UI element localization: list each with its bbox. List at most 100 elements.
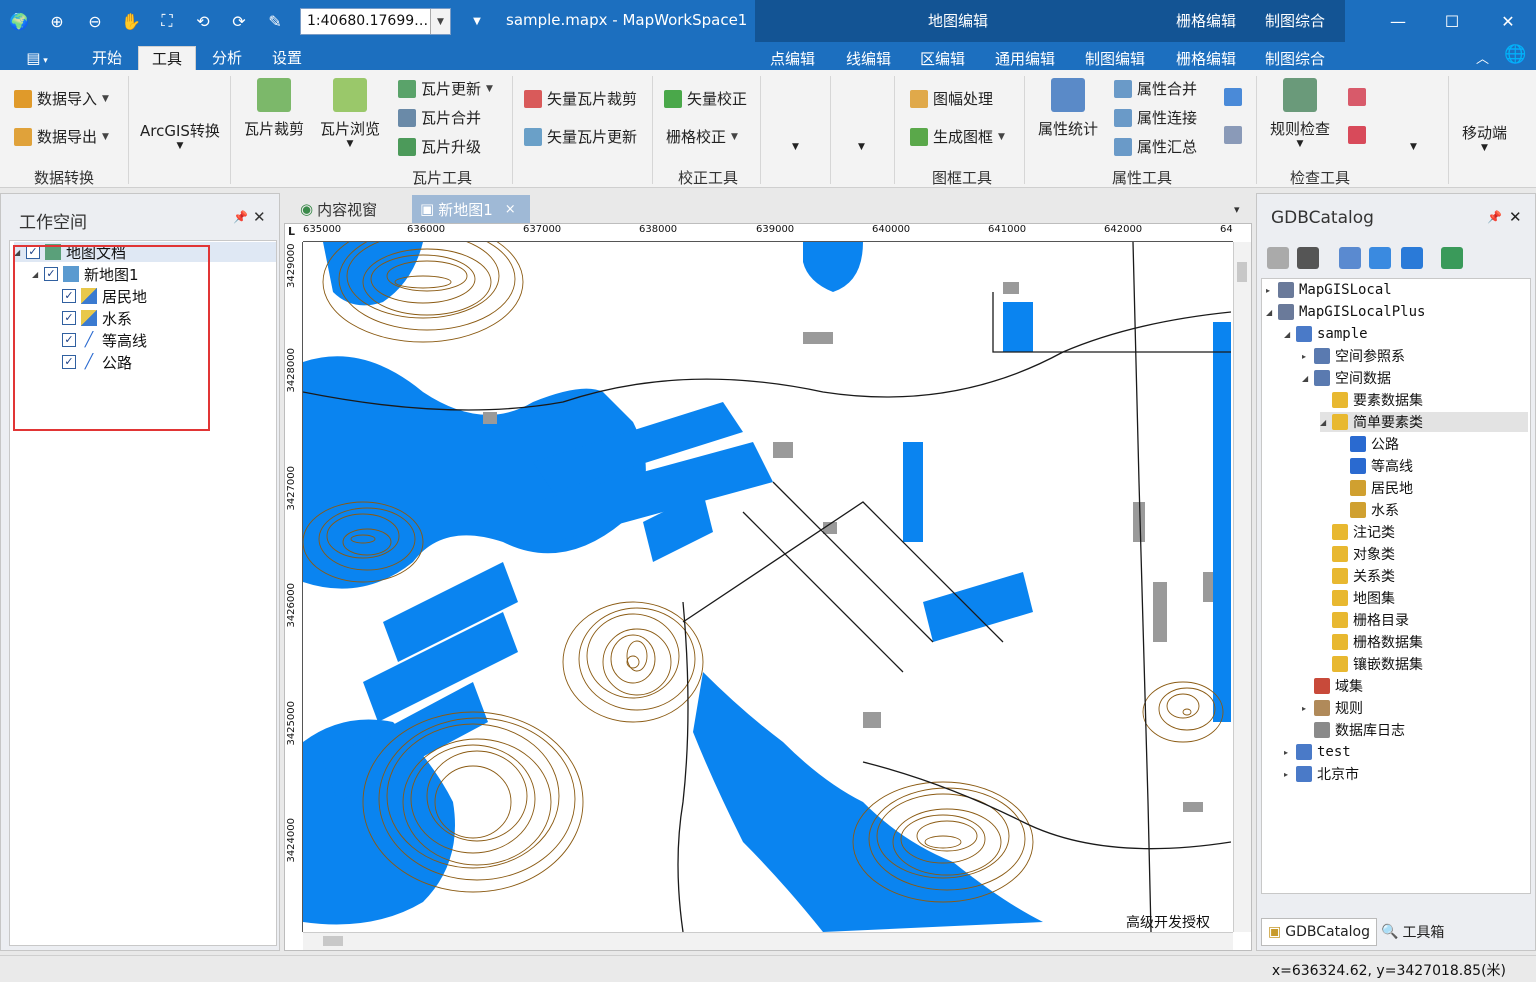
gdb-tree-item[interactable]: 等高线 bbox=[1338, 456, 1413, 476]
gdb-tree-item[interactable]: 居民地 bbox=[1338, 478, 1413, 498]
globe-icon[interactable] bbox=[1441, 247, 1463, 269]
gdb-tree-item[interactable]: 水系 bbox=[1338, 500, 1399, 520]
tab-start[interactable]: 开始 bbox=[80, 46, 134, 70]
tab-raster-edit[interactable]: 栅格编辑 bbox=[1176, 48, 1236, 69]
mobile-button[interactable]: 移动端 ▼ bbox=[1462, 122, 1507, 153]
collapsed-group-dropdown-2[interactable]: ▼ bbox=[858, 142, 865, 152]
vector-tile-update-button[interactable]: 矢量瓦片更新 bbox=[524, 126, 637, 147]
tab-content-view[interactable]: ◉ 内容视窗 bbox=[292, 195, 385, 223]
vector-tile-crop-button[interactable]: 矢量瓦片裁剪 bbox=[524, 88, 637, 109]
help-globe-icon[interactable]: 🌐 bbox=[1504, 44, 1526, 65]
gdb-tree-item[interactable]: 对象类 bbox=[1320, 544, 1395, 564]
pan-hand-icon[interactable]: ✋ bbox=[118, 8, 144, 34]
pin-icon[interactable]: 📌 bbox=[233, 210, 248, 224]
app-globe-icon[interactable]: 🌍 bbox=[6, 8, 32, 34]
tab-generalization[interactable]: 制图综合 bbox=[1265, 48, 1325, 69]
generate-frame-button[interactable]: 生成图框 ▼ bbox=[910, 126, 1005, 147]
horizontal-scrollbar[interactable] bbox=[303, 932, 1233, 950]
gdb-tree-item[interactable]: 公路 bbox=[1338, 434, 1399, 454]
close-window-button[interactable]: ✕ bbox=[1488, 8, 1528, 34]
maximize-button[interactable]: ☐ bbox=[1432, 8, 1472, 34]
tab-tools[interactable]: 工具 bbox=[138, 46, 196, 70]
zoom-out-icon[interactable]: ⊖ bbox=[82, 8, 108, 34]
collapse-ribbon-icon[interactable]: ︿ bbox=[1476, 48, 1489, 67]
expand-icon[interactable]: ▸ bbox=[1302, 352, 1314, 361]
expand-icon[interactable]: ▸ bbox=[1284, 748, 1296, 757]
expand-icon[interactable]: ◢ bbox=[1284, 330, 1296, 339]
gdb-tree-item[interactable]: 要素数据集 bbox=[1320, 390, 1423, 410]
tile-upgrade-button[interactable]: 瓦片升级 bbox=[398, 136, 481, 157]
properties-icon[interactable] bbox=[1339, 247, 1361, 269]
attr-extra-button-1[interactable] bbox=[1224, 88, 1247, 106]
tab-general-edit[interactable]: 通用编辑 bbox=[995, 48, 1055, 69]
tab-new-map[interactable]: ▣ 新地图1 × bbox=[412, 195, 530, 223]
gdb-tree-item[interactable]: 栅格目录 bbox=[1320, 610, 1409, 630]
tab-cartographic-edit[interactable]: 制图编辑 bbox=[1085, 48, 1145, 69]
sheet-process-button[interactable]: 图幅处理 bbox=[910, 88, 993, 109]
gdb-tree-item[interactable]: 数据库日志 bbox=[1302, 720, 1405, 740]
tile-browse-button[interactable]: 瓦片浏览 ▼ bbox=[320, 78, 380, 149]
map-canvas[interactable] bbox=[303, 242, 1231, 932]
collapsed-group-dropdown-3[interactable]: ▼ bbox=[1410, 142, 1417, 152]
tab-overflow-icon[interactable]: ▾ bbox=[1226, 195, 1248, 223]
raster-correct-button[interactable]: 栅格校正 ▼ bbox=[666, 126, 738, 147]
minimize-button[interactable]: — bbox=[1378, 8, 1418, 34]
gdb-tree-item[interactable]: 镶嵌数据集 bbox=[1320, 654, 1423, 674]
connect-icon[interactable] bbox=[1297, 247, 1319, 269]
tab-gdbcatalog[interactable]: ▣ GDBCatalog bbox=[1261, 918, 1377, 946]
gdb-tree-item[interactable]: ▸ 规则 bbox=[1302, 698, 1363, 718]
refresh-icon[interactable] bbox=[1369, 247, 1391, 269]
full-extent-icon[interactable]: ⛶ bbox=[154, 8, 180, 34]
tab-settings[interactable]: 设置 bbox=[262, 46, 312, 70]
expand-icon[interactable]: ◢ bbox=[1302, 374, 1314, 383]
tab-analysis[interactable]: 分析 bbox=[202, 46, 252, 70]
gdb-tree-item[interactable]: ▸ MapGISLocal bbox=[1266, 280, 1392, 300]
gdb-tree-item[interactable]: ◢ MapGISLocalPlus bbox=[1266, 302, 1425, 322]
tile-merge-button[interactable]: 瓦片合并 bbox=[398, 107, 481, 128]
tab-line-edit[interactable]: 线编辑 bbox=[846, 48, 891, 69]
expand-icon[interactable]: ◢ bbox=[1320, 418, 1332, 427]
pin-icon[interactable]: 📌 bbox=[1487, 210, 1502, 224]
close-icon[interactable]: ✕ bbox=[253, 208, 266, 226]
gdb-tree-item[interactable]: 栅格数据集 bbox=[1320, 632, 1423, 652]
tile-crop-button[interactable]: 瓦片裁剪 bbox=[244, 78, 304, 139]
magic-wand-icon[interactable]: ✎ bbox=[262, 8, 288, 34]
refresh-icon[interactable]: ⟲ bbox=[190, 8, 216, 34]
rule-check-button[interactable]: 规则检查 ▼ bbox=[1270, 78, 1330, 149]
expand-icon[interactable]: ▸ bbox=[1266, 286, 1278, 295]
zoom-in-icon[interactable]: ⊕ bbox=[44, 8, 70, 34]
gdb-tree-item[interactable]: 注记类 bbox=[1320, 522, 1395, 542]
server-icon[interactable] bbox=[1267, 247, 1289, 269]
gdb-tree-item[interactable]: ▸ 北京市 bbox=[1284, 764, 1359, 784]
expand-icon[interactable]: ▸ bbox=[1302, 704, 1314, 713]
gdb-tree-item[interactable]: ◢ sample bbox=[1284, 324, 1368, 344]
attr-merge-button[interactable]: 属性合并 bbox=[1114, 78, 1197, 99]
gdb-tree-item[interactable]: ◢ 简单要素类 bbox=[1320, 412, 1528, 432]
attr-extra-button-2[interactable] bbox=[1224, 126, 1247, 144]
arcgis-convert-button[interactable]: ArcGIS转换 ▼ bbox=[140, 120, 220, 151]
data-export-button[interactable]: 数据导出 ▼ bbox=[14, 126, 109, 147]
tab-region-edit[interactable]: 区编辑 bbox=[920, 48, 965, 69]
gdb-tree-item[interactable]: ▸ test bbox=[1284, 742, 1351, 762]
scale-combo[interactable]: 1:40680.17699… ▼ bbox=[300, 8, 451, 35]
close-icon[interactable]: ✕ bbox=[1509, 208, 1522, 226]
collapsed-group-dropdown-1[interactable]: ▼ bbox=[792, 142, 799, 152]
gdb-tree-item[interactable]: ◢ 空间数据 bbox=[1302, 368, 1391, 388]
vector-correct-button[interactable]: 矢量校正 bbox=[664, 88, 747, 109]
scroll-thumb[interactable] bbox=[1237, 262, 1247, 282]
attr-join-button[interactable]: 属性连接 bbox=[1114, 107, 1197, 128]
attr-summary-button[interactable]: 属性汇总 bbox=[1114, 136, 1197, 157]
gdb-tree-item[interactable]: ▸ 空间参照系 bbox=[1302, 346, 1405, 366]
tab-point-edit[interactable]: 点编辑 bbox=[770, 48, 815, 69]
gdb-tree-item[interactable]: 地图集 bbox=[1320, 588, 1395, 608]
data-import-button[interactable]: 数据导入 ▼ bbox=[14, 88, 109, 109]
check-extra-button-2[interactable] bbox=[1348, 126, 1371, 144]
attr-stats-button[interactable]: 属性统计 bbox=[1038, 78, 1098, 139]
search-icon[interactable] bbox=[1401, 247, 1423, 269]
quick-access-dropdown-icon[interactable]: ▼ bbox=[464, 8, 490, 34]
refresh-all-icon[interactable]: ⟳ bbox=[226, 8, 252, 34]
tile-update-button[interactable]: 瓦片更新 ▼ bbox=[398, 78, 493, 99]
expand-icon[interactable]: ▸ bbox=[1284, 770, 1296, 779]
tab-toolbox[interactable]: 🔍 工具箱 bbox=[1375, 918, 1450, 946]
check-extra-button-1[interactable] bbox=[1348, 88, 1371, 106]
